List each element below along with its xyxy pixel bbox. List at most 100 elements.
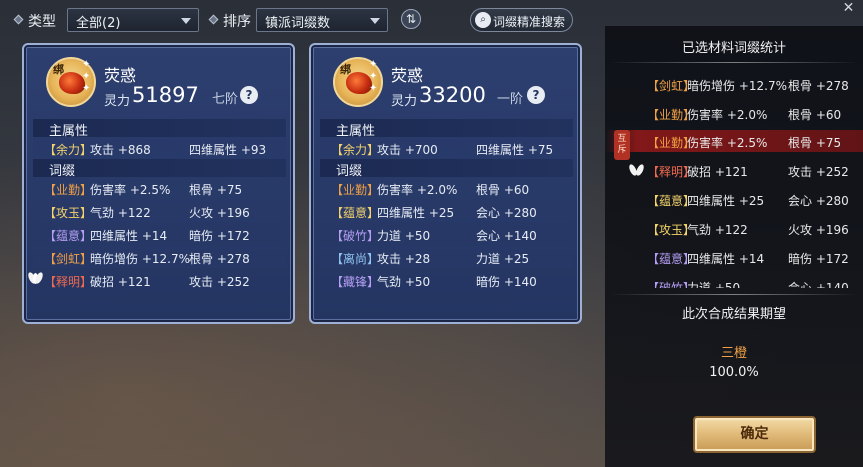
affix-value-1: 暗伤增伤 +12.7%	[90, 252, 190, 266]
affix-value-2: 力道 +25	[476, 252, 530, 266]
affix-row: 【业勤】 伤害率 +2.0% 根骨 +60	[320, 177, 573, 199]
affix-value-2: 根骨 +278	[788, 79, 849, 93]
star-icon: ✦	[82, 71, 91, 82]
affix-tag: 【离尚】	[331, 252, 380, 266]
affix-row: 【剑虹】 暗伤增伤 +12.7% 根骨 +278	[33, 246, 286, 268]
affix-value-2: 暗伤 +140	[476, 275, 537, 289]
affix-value-2: 根骨 +75	[189, 183, 243, 197]
power-label: 灵力	[391, 94, 418, 109]
affix-value-2: 火攻 +196	[189, 206, 250, 220]
star-icon: ✦	[369, 59, 378, 70]
affix-tag: 【余力】	[44, 143, 93, 157]
affix-value-2: 根骨 +75	[788, 136, 842, 150]
star-rating: ✦ ✦ ✦	[82, 59, 94, 95]
chevron-down-icon	[181, 18, 191, 24]
filter-bar: 类型 全部(2) 排序 镇派词缀数 ⇅ ⌕ 词缀精准搜索	[0, 6, 600, 34]
star-icon: ✦	[369, 83, 378, 94]
affix-value-1: 力道 +50	[687, 281, 741, 288]
stats-row: 【释明】 破招 +121 攻击 +252	[605, 159, 863, 181]
affix-value-2: 根骨 +278	[189, 252, 250, 266]
sort-select[interactable]: 镇派词缀数	[256, 8, 388, 32]
stats-row: 【剑虹】 暗伤增伤 +12.7% 根骨 +278	[605, 73, 863, 95]
type-select[interactable]: 全部(2)	[67, 8, 199, 32]
affix-value-1: 伤害率 +2.0%	[377, 183, 458, 197]
stats-row: 【蕴意】 四维属性 +14 暗伤 +172	[605, 246, 863, 268]
type-diamond-icon	[13, 14, 24, 25]
close-button[interactable]: ✕	[834, 0, 863, 18]
affix-tag: 【攻玉】	[44, 206, 93, 220]
type-label: 类型	[28, 14, 56, 30]
stats-row: 【攻玉】 气劲 +122 火攻 +196	[605, 217, 863, 239]
stats-title: 已选材料词缀统计	[681, 41, 786, 56]
affix-header: 词缀	[33, 159, 286, 179]
affix-row: 【蕴意】 四维属性 +14 暗伤 +172	[33, 223, 286, 245]
power-label: 灵力	[104, 94, 131, 109]
mutex-badge: 互斥	[614, 130, 630, 160]
affix-value-1: 攻击 +28	[377, 252, 431, 266]
affix-value-1: 四维属性 +14	[687, 252, 765, 266]
stats-list[interactable]: 【剑虹】 暗伤增伤 +12.7% 根骨 +278 【业勤】 伤害率 +2.0% …	[605, 73, 863, 288]
lotus-icon	[29, 272, 43, 284]
affix-value-1: 暗伤增伤 +12.7%	[687, 79, 787, 93]
sort-order-icon: ⇅	[405, 12, 417, 26]
affix-row: 【藏锋】 气劲 +50 暗伤 +140	[320, 269, 573, 291]
material-card[interactable]: 绑 ✦ ✦ ✦ 荧惑 灵力 33200 一阶 ? 主属性 【余力】 攻击 +70…	[309, 43, 582, 324]
stage-label: 一阶	[497, 92, 524, 107]
star-icon: ✦	[82, 59, 91, 70]
stage-label: 七阶	[212, 92, 239, 107]
help-icon[interactable]: ?	[240, 86, 258, 104]
help-icon[interactable]: ?	[527, 86, 545, 104]
affix-value-2: 会心 +280	[788, 194, 849, 208]
affix-value-2: 根骨 +60	[476, 183, 530, 197]
affix-value-1: 攻击 +700	[377, 143, 438, 157]
affix-value-2: 会心 +140	[476, 229, 537, 243]
affix-value-2: 四维属性 +93	[189, 143, 267, 157]
sort-label: 排序	[223, 14, 251, 30]
affix-tag: 【业勤】	[44, 183, 93, 197]
affix-value-1: 伤害率 +2.0%	[687, 108, 768, 122]
bind-badge: 绑	[53, 63, 64, 76]
affix-value-1: 四维属性 +25	[687, 194, 765, 208]
affix-value-2: 攻击 +252	[788, 165, 849, 179]
affix-value-1: 破招 +121	[90, 275, 151, 289]
divider	[610, 294, 858, 295]
sort-select-value: 镇派词缀数	[265, 16, 331, 31]
main-attr-header: 主属性	[320, 119, 573, 139]
material-card[interactable]: 绑 ✦ ✦ ✦ 荧惑 灵力 51897 七阶 ? 主属性 【余力】 攻击 +86…	[22, 43, 295, 324]
affix-value-1: 四维属性 +25	[377, 206, 455, 220]
affix-row: 【蕴意】 四维属性 +25 会心 +280	[320, 200, 573, 222]
affix-value-2: 攻击 +252	[189, 275, 250, 289]
affix-value-1: 伤害率 +2.5%	[687, 136, 768, 150]
main-attr-row: 【余力】 攻击 +700 四维属性 +75	[320, 137, 573, 159]
stats-row: 【业勤】 伤害率 +2.0% 根骨 +60	[605, 102, 863, 124]
bind-badge: 绑	[340, 63, 351, 76]
affix-tag: 【藏锋】	[331, 275, 380, 289]
star-rating: ✦ ✦ ✦	[369, 59, 381, 95]
expect-title: 此次合成结果期望	[681, 307, 786, 322]
stats-row: 【蕴意】 四维属性 +25 会心 +280	[605, 188, 863, 210]
affix-header: 词缀	[320, 159, 573, 179]
result-percent: 100.0%	[709, 365, 759, 380]
chevron-down-icon	[370, 18, 380, 24]
affix-search-button[interactable]: ⌕ 词缀精准搜索	[470, 8, 573, 32]
power-value: 33200	[419, 83, 486, 107]
affix-tag: 【蕴意】	[44, 229, 93, 243]
close-icon: ✕	[842, 0, 855, 16]
affix-tag: 【业勤】	[331, 183, 380, 197]
affix-row: 【攻玉】 气劲 +122 火攻 +196	[33, 200, 286, 222]
confirm-button[interactable]: 确定	[693, 416, 816, 453]
affix-value-1: 力道 +50	[377, 229, 431, 243]
result-name: 三橙	[720, 346, 747, 361]
sort-diamond-icon	[208, 14, 219, 25]
star-icon: ✦	[369, 71, 378, 82]
affix-value-2: 根骨 +60	[788, 108, 842, 122]
sort-order-button[interactable]: ⇅	[401, 9, 421, 29]
affix-value-1: 伤害率 +2.5%	[90, 183, 171, 197]
power-value: 51897	[132, 83, 199, 107]
main-attr-row: 【余力】 攻击 +868 四维属性 +93	[33, 137, 286, 159]
affix-stats-panel: 已选材料词缀统计 【剑虹】 暗伤增伤 +12.7% 根骨 +278 【业勤】 伤…	[605, 26, 863, 467]
affix-tag: 【释明】	[44, 275, 93, 289]
lotus-icon	[630, 164, 644, 176]
affix-tag: 【破竹】	[331, 229, 380, 243]
affix-tag: 【剑虹】	[44, 252, 93, 266]
